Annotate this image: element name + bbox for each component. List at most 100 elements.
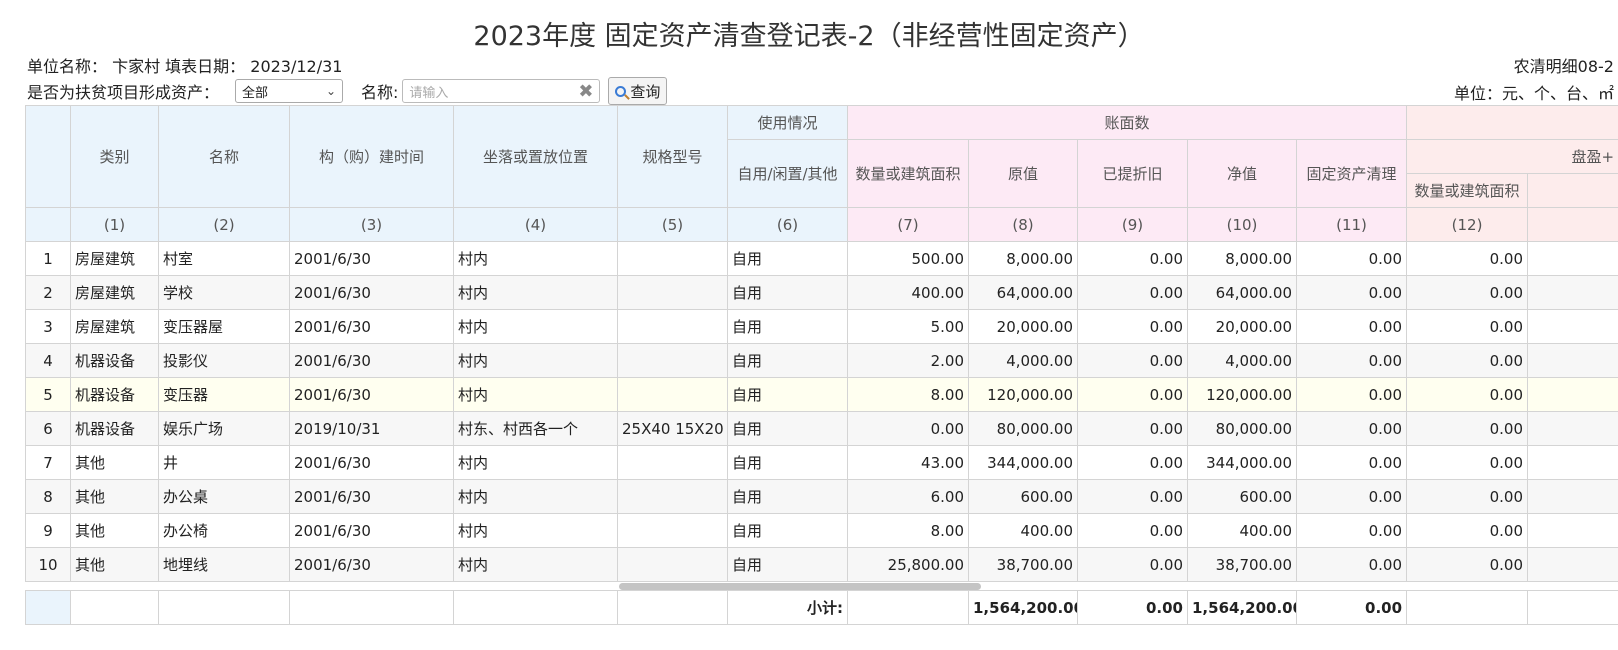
- table-row[interactable]: 9 其他 办公椅 2001/6/30 村内 自用 8.00 400.00 0.00 400.00 0…: [25, 513, 1618, 548]
- cell-net: 20,000.00: [1187, 309, 1297, 344]
- cell-net: 400.00: [1187, 513, 1297, 548]
- name-search-placeholder: 请输入: [409, 85, 449, 101]
- cell-location: 村内: [453, 377, 618, 412]
- table-row[interactable]: 5 机器设备 变压器 2001/6/30 村内 自用 8.00 120,000.00 0.00 1…: [25, 377, 1618, 412]
- table-row[interactable]: 2 房屋建筑 学校 2001/6/30 村内 自用 400.00 64,000.00 0.00 6…: [25, 275, 1618, 310]
- cell-name: 娱乐广场: [158, 411, 290, 446]
- horizontal-scrollbar[interactable]: [26, 582, 1618, 591]
- cell-name: 地埋线: [158, 547, 290, 582]
- header-book-group: 账面数: [846, 105, 1408, 140]
- row-index: 10: [25, 547, 71, 582]
- cell-location: 村内: [453, 479, 618, 514]
- cell-usage: 自用: [727, 513, 848, 548]
- table-row[interactable]: 6 机器设备 娱乐广场 2019/10/31 村东、村西各一个 25X40 15X20 自用…: [25, 411, 1618, 446]
- subtotal-empty: [453, 590, 618, 625]
- cell-usage: 自用: [727, 343, 848, 378]
- cell-surplus-quantity: 0.00: [1406, 479, 1529, 514]
- colnum: (9): [1077, 207, 1188, 242]
- row-index: 2: [25, 275, 71, 310]
- cell-build-time: 2001/6/30: [289, 241, 454, 276]
- cell-usage: 自用: [727, 547, 848, 582]
- subtotal-empty: [289, 590, 454, 625]
- cell-surplus-quantity: 0.00: [1406, 445, 1529, 480]
- cell-category: 房屋建筑: [70, 275, 159, 310]
- cell-clearing: 0.00: [1295, 547, 1408, 582]
- cell-surplus-quantity: 0.00: [1406, 275, 1529, 310]
- cell-spec: [617, 547, 728, 582]
- table-row[interactable]: 8 其他 办公桌 2001/6/30 村内 自用 6.00 600.00 0.00 600.00 0…: [25, 479, 1618, 514]
- cell-depreciation: 0.00: [1077, 241, 1188, 276]
- cell-clearing: 0.00: [1295, 445, 1408, 480]
- cell-quantity: 5.00: [847, 309, 969, 344]
- cell-usage: 自用: [727, 275, 848, 310]
- scrollbar-thumb[interactable]: [618, 582, 981, 590]
- cell-quantity: 25,800.00: [847, 547, 969, 582]
- filter-bar: 是否为扶贫项目形成资产： 全部 ⌄ 名称: 请输入 ✖ 查询: [27, 77, 668, 105]
- header-depreciation: 已提折旧: [1077, 139, 1188, 208]
- cell-next: [1527, 309, 1618, 344]
- row-index: 3: [25, 309, 71, 344]
- cell-original: 344,000.00: [968, 445, 1078, 480]
- cell-net: 600.00: [1187, 479, 1297, 514]
- header-usage: 自用/闲置/其他: [727, 139, 848, 208]
- cell-quantity: 8.00: [847, 377, 969, 412]
- cell-net: 38,700.00: [1187, 547, 1297, 582]
- row-index: 1: [25, 241, 71, 276]
- cell-next: [1527, 547, 1618, 582]
- header-build-time: 构（购）建时间: [289, 105, 454, 208]
- cell-next: [1527, 275, 1618, 310]
- cell-next: [1527, 479, 1618, 514]
- cell-build-time: 2001/6/30: [289, 377, 454, 412]
- header-surplus-spacer: [1406, 105, 1618, 140]
- colnum: (4): [453, 207, 618, 242]
- query-button-label: 查询: [630, 82, 661, 101]
- cell-build-time: 2001/6/30: [289, 309, 454, 344]
- cell-depreciation: 0.00: [1077, 411, 1188, 446]
- cell-category: 机器设备: [70, 343, 159, 378]
- poverty-label: 是否为扶贫项目形成资产：: [27, 83, 220, 102]
- cell-quantity: 400.00: [847, 275, 969, 310]
- cell-clearing: 0.00: [1295, 411, 1408, 446]
- form-code: 农清明细08-2: [1513, 57, 1614, 76]
- cell-depreciation: 0.00: [1077, 275, 1188, 310]
- header-surplus-quantity: 数量或建筑面积: [1406, 173, 1529, 208]
- cell-surplus-quantity: 0.00: [1406, 513, 1529, 548]
- cell-clearing: 0.00: [1295, 275, 1408, 310]
- cell-name: 村室: [158, 241, 290, 276]
- header-net: 净值: [1187, 139, 1297, 208]
- query-button[interactable]: 查询: [608, 77, 668, 105]
- cell-depreciation: 0.00: [1077, 377, 1188, 412]
- header-category: 类别: [70, 105, 159, 208]
- table-row[interactable]: 4 机器设备 投影仪 2001/6/30 村内 自用 2.00 4,000.00 0.00 4,0…: [25, 343, 1618, 378]
- cell-build-time: 2019/10/31: [289, 411, 454, 446]
- cell-next: [1527, 513, 1618, 548]
- subtotal-net: 1,564,200.00: [1187, 590, 1297, 625]
- cell-location: 村内: [453, 309, 618, 344]
- cell-category: 房屋建筑: [70, 309, 159, 344]
- cell-category: 其他: [70, 479, 159, 514]
- cell-clearing: 0.00: [1295, 309, 1408, 344]
- subtotal-empty: [617, 590, 728, 625]
- cell-quantity: 43.00: [847, 445, 969, 480]
- scrollbar-row: [26, 582, 1618, 591]
- cell-name: 投影仪: [158, 343, 290, 378]
- clear-icon[interactable]: ✖: [578, 81, 593, 102]
- cell-location: 村内: [453, 343, 618, 378]
- cell-location: 村内: [453, 241, 618, 276]
- table-row[interactable]: 10 其他 地埋线 2001/6/30 村内 自用 25,800.00 38,700.00 0.…: [25, 547, 1618, 582]
- asset-table: 类别 名称 构（购）建时间 坐落或置放位置 规格型号 使用情况 账面数 自用/闲…: [25, 105, 1618, 625]
- cell-spec: [617, 241, 728, 276]
- cell-spec: [617, 275, 728, 310]
- cell-name: 变压器屋: [158, 309, 290, 344]
- table-row[interactable]: 3 房屋建筑 变压器屋 2001/6/30 村内 自用 5.00 20,000.00 0.00 2…: [25, 309, 1618, 344]
- cell-build-time: 2001/6/30: [289, 513, 454, 548]
- table-row[interactable]: 1 房屋建筑 村室 2001/6/30 村内 自用 500.00 8,000.00 0.00 8,…: [25, 241, 1618, 276]
- cell-depreciation: 0.00: [1077, 445, 1188, 480]
- name-search-input[interactable]: 请输入 ✖: [402, 79, 601, 103]
- cell-quantity: 2.00: [847, 343, 969, 378]
- poverty-select[interactable]: 全部 ⌄: [235, 79, 344, 103]
- cell-location: 村东、村西各一个: [453, 411, 618, 446]
- table-row[interactable]: 7 其他井 2001/6/30 村内 自用 43.00 344,000.00 0.00 344,…: [25, 445, 1618, 480]
- header-surplus-next: [1527, 173, 1618, 208]
- name-label: 名称:: [361, 83, 399, 102]
